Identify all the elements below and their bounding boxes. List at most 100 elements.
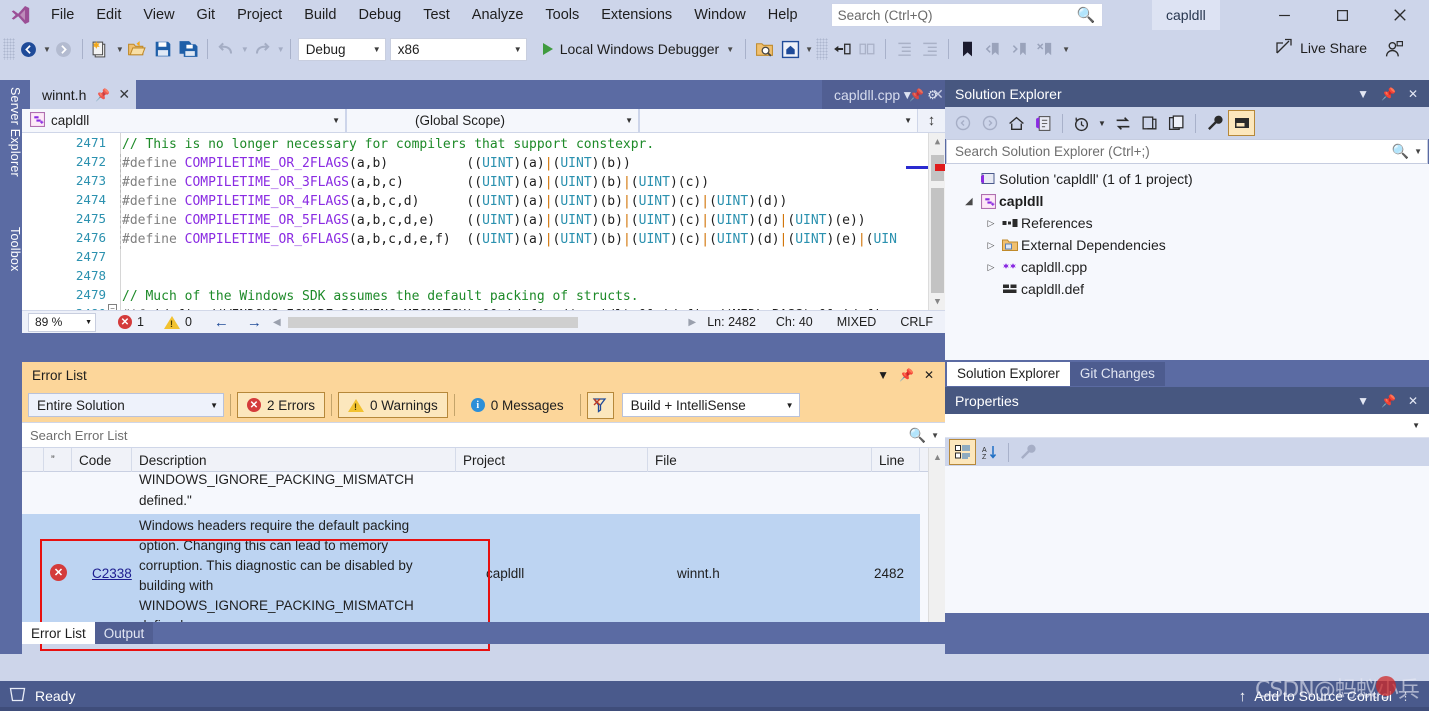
pin-panel-icon[interactable]: 📌: [894, 368, 919, 382]
tree-expander-5[interactable]: ▷: [983, 262, 999, 273]
hscroll-thumb[interactable]: [287, 316, 578, 328]
solution-platform-combo[interactable]: x86 ▼: [389, 37, 527, 61]
close-tab-icon[interactable]: ✕: [118, 86, 130, 103]
editor-error-count[interactable]: ✕ 1: [118, 315, 144, 329]
resize-grip-icon[interactable]: ⋮: [1400, 690, 1413, 703]
navbar-member-dropdown[interactable]: ▼: [640, 109, 917, 132]
column-header-project[interactable]: Project: [456, 448, 648, 472]
properties-object-combo[interactable]: ▼: [945, 414, 1429, 438]
error-scope-combo[interactable]: Entire Solution ▼: [28, 393, 224, 417]
menu-debug[interactable]: Debug: [347, 2, 412, 28]
tree-node-solution[interactable]: Solution 'capldll' (1 of 1 project): [945, 168, 1429, 190]
se-history-dropdown-icon[interactable]: ▼: [1095, 110, 1109, 136]
close-button[interactable]: [1371, 0, 1429, 30]
minimize-button[interactable]: [1255, 0, 1313, 30]
pin-icon[interactable]: 📌: [95, 88, 110, 102]
find-in-files-icon[interactable]: [751, 35, 777, 63]
se-pending-history-icon[interactable]: [1068, 110, 1095, 136]
open-file-icon[interactable]: [124, 35, 150, 63]
menu-view[interactable]: View: [132, 2, 185, 28]
tab-list-dropdown-icon[interactable]: ▼: [894, 88, 920, 102]
scroll-down-icon[interactable]: ▼: [929, 293, 945, 310]
editor-horizontal-scrollbar[interactable]: ◀ ▶: [270, 315, 699, 330]
se-close-icon[interactable]: ✕: [1402, 87, 1424, 101]
se-sync-icon[interactable]: [1109, 110, 1136, 136]
column-header-suppression[interactable]: ”: [44, 448, 72, 472]
alphabetical-view-icon[interactable]: A Z: [976, 439, 1003, 465]
warnings-filter-toggle[interactable]: 0 Warnings: [338, 392, 448, 418]
error-list-scrollbar[interactable]: ▲ ▼: [928, 448, 945, 644]
editor-settings-gear-icon[interactable]: ⚙: [920, 88, 945, 102]
new-item-icon[interactable]: [88, 35, 114, 63]
menu-help[interactable]: Help: [757, 2, 809, 28]
se-back-icon[interactable]: [949, 110, 976, 136]
dock-tab-git-changes[interactable]: Git Changes: [1069, 361, 1165, 386]
redo-icon[interactable]: [249, 35, 275, 63]
redo-dropdown-icon[interactable]: ▼: [277, 45, 285, 54]
start-debugging-dropdown-icon[interactable]: ▼: [726, 45, 734, 54]
increase-indent-icon[interactable]: [917, 35, 943, 63]
tree-node-references[interactable]: ▷ References: [945, 212, 1429, 234]
grid-scroll-up-icon[interactable]: ▲: [929, 448, 946, 465]
toggle-bookmark-icon[interactable]: [954, 35, 980, 63]
row-code-link[interactable]: C2338: [92, 566, 132, 581]
se-collapse-all-icon[interactable]: [1136, 110, 1163, 136]
solution-explorer-search-input[interactable]: Search Solution Explorer (Ctrl+;) 🔍 ▼: [946, 139, 1428, 164]
se-properties-wrench-icon[interactable]: [1201, 110, 1228, 136]
tree-expander-4[interactable]: ▷: [983, 240, 999, 251]
tree-node-capldll-cpp[interactable]: ▷ capldll.cpp: [945, 256, 1429, 278]
navigate-backward-icon[interactable]: [15, 35, 41, 63]
se-show-all-files-icon[interactable]: [1163, 110, 1190, 136]
build-intellisense-combo[interactable]: Build + IntelliSense ▼: [621, 393, 800, 417]
column-header-icon[interactable]: [22, 448, 44, 472]
save-all-icon[interactable]: [176, 35, 202, 63]
tree-expander-3[interactable]: ▷: [983, 218, 999, 229]
editor-warning-count[interactable]: 0: [163, 315, 192, 329]
uncomment-selection-icon[interactable]: [854, 35, 880, 63]
editor-tab-winnt-h[interactable]: winnt.h 📌 ✕: [30, 80, 137, 109]
bottom-tab-output[interactable]: Output: [94, 622, 154, 644]
maximize-button[interactable]: [1313, 0, 1371, 30]
menu-build[interactable]: Build: [293, 2, 347, 28]
editor-zoom-combo[interactable]: 89 % ▼: [28, 312, 96, 332]
se-preview-selected-icon[interactable]: [1228, 110, 1255, 136]
menu-test[interactable]: Test: [412, 2, 461, 28]
se-panel-menu-icon[interactable]: ▼: [1351, 87, 1375, 101]
se-forward-icon[interactable]: [976, 110, 1003, 136]
dock-tab-solution-explorer[interactable]: Solution Explorer: [947, 361, 1070, 386]
menu-analyze[interactable]: Analyze: [461, 2, 535, 28]
clear-filter-button[interactable]: [586, 391, 614, 419]
start-debugging-button[interactable]: Local Windows Debugger ▼: [537, 35, 740, 63]
props-pin-icon[interactable]: 📌: [1375, 394, 1402, 408]
props-panel-menu-icon[interactable]: ▼: [1351, 394, 1375, 408]
navigate-forward-icon[interactable]: [51, 35, 77, 63]
tree-node-project[interactable]: ◢ capldll: [945, 190, 1429, 212]
hscroll-left-icon[interactable]: ◀: [270, 315, 284, 330]
property-pages-wrench-icon[interactable]: [1014, 439, 1041, 465]
tree-expander-2[interactable]: ◢: [961, 196, 977, 207]
comment-selection-icon[interactable]: [828, 35, 854, 63]
table-row[interactable]: WINDOWS_IGNORE_PACKING_MISMATCH defined.…: [22, 472, 920, 514]
next-issue-icon[interactable]: →: [247, 314, 262, 331]
toolbar-overflow-icon[interactable]: ▼: [1062, 45, 1070, 54]
menu-file[interactable]: File: [40, 2, 85, 28]
column-header-code[interactable]: Code: [72, 448, 132, 472]
previous-issue-icon[interactable]: ←: [214, 314, 229, 331]
menu-git[interactable]: Git: [186, 2, 227, 28]
scroll-thumb[interactable]: [931, 188, 944, 293]
navbar-scope-dropdown[interactable]: (Global Scope) ▼: [347, 109, 640, 132]
hscroll-right-icon[interactable]: ▶: [685, 315, 699, 330]
home-window-icon[interactable]: [777, 35, 803, 63]
menu-project[interactable]: Project: [226, 2, 293, 28]
se-pending-changes-icon[interactable]: [1030, 110, 1057, 136]
tree-node-external-dependencies[interactable]: ▷ External Dependencies: [945, 234, 1429, 256]
live-share-button[interactable]: Live Share: [1275, 34, 1367, 62]
se-pin-icon[interactable]: 📌: [1375, 87, 1402, 101]
menu-window[interactable]: Window: [683, 2, 757, 28]
column-header-line[interactable]: Line: [872, 448, 920, 472]
errors-filter-toggle[interactable]: ✕ 2 Errors: [237, 392, 326, 418]
toolbar-grip-2[interactable]: [816, 38, 829, 60]
vertical-tab-toolbox[interactable]: Toolbox: [0, 220, 22, 279]
home-window-dropdown-icon[interactable]: ▼: [805, 45, 813, 54]
clear-bookmarks-icon[interactable]: [1032, 35, 1058, 63]
